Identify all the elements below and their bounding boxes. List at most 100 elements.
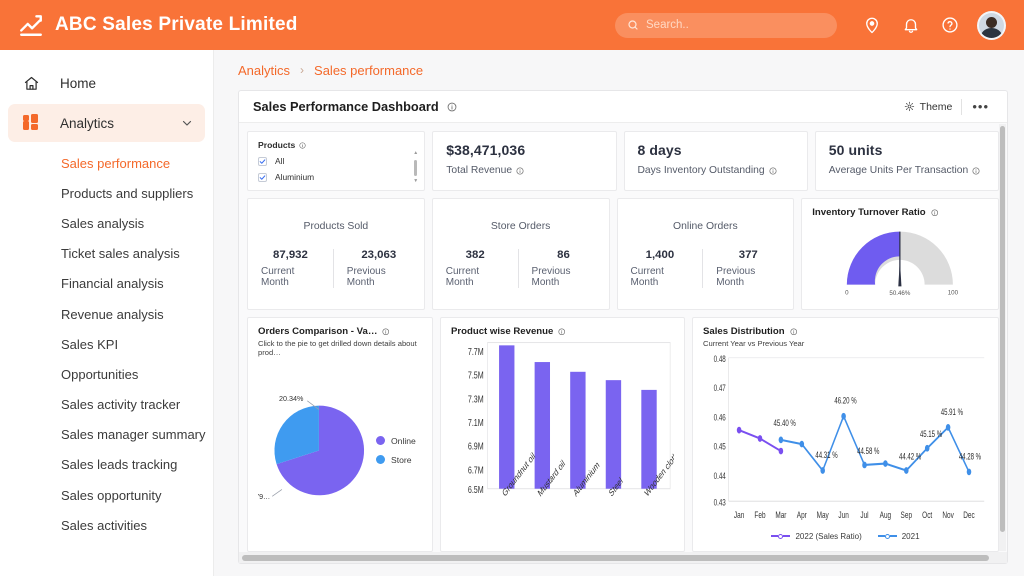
kpi-value: 8 days (638, 142, 794, 158)
bar-mustard-oil[interactable] (535, 362, 550, 489)
x-tick: Jul (860, 510, 868, 521)
legend-item-online[interactable]: Online (376, 436, 416, 446)
trending-up-icon (18, 12, 44, 38)
filter-option-label: Aluminium (275, 172, 314, 182)
line-chart[interactable]: 0.48 0.47 0.46 0.45 0.44 0.43 (703, 348, 988, 529)
vertical-scrollbar[interactable] (999, 124, 1006, 551)
kpi-card-average-units-per-transaction: 50 units Average Units Per Transaction (815, 131, 999, 191)
sidebar-item-sales-leads-tracking[interactable]: Sales leads tracking (0, 450, 213, 480)
breadcrumb-sales-performance[interactable]: Sales performance (314, 63, 423, 78)
horizontal-scrollbar[interactable] (239, 552, 1007, 563)
comparison-content: Online Orders 1,400 Current Month (618, 199, 794, 309)
info-icon[interactable] (931, 209, 939, 217)
search-input[interactable] (646, 19, 825, 31)
previous-month-value: 377 (739, 249, 758, 261)
comparison-values: 1,400 Current Month 377 Previous Month (618, 249, 794, 288)
info-icon[interactable] (382, 328, 390, 336)
gauge-value-label: 50.46% (890, 290, 911, 297)
filter-option-aluminium[interactable]: Aluminium (258, 172, 414, 182)
scroll-down-arrow-icon[interactable]: ▼ (413, 179, 418, 184)
info-icon[interactable] (447, 102, 457, 112)
pie-svg[interactable]: 20.34% 79… (258, 394, 376, 506)
legend-item-store[interactable]: Store (376, 455, 416, 465)
sidebar-item-sales-analysis[interactable]: Sales analysis (0, 208, 213, 238)
scroll-thumb[interactable] (414, 160, 417, 176)
sidebar-item-home[interactable]: Home (8, 64, 205, 102)
gauge-needle (899, 260, 902, 287)
checkbox-checked-icon[interactable] (258, 173, 267, 182)
sidebar-item-products-and-suppliers[interactable]: Products and suppliers (0, 178, 213, 208)
breadcrumb-analytics[interactable]: Analytics (238, 63, 290, 78)
info-icon[interactable] (516, 167, 524, 175)
page-title: Sales Performance Dashboard (253, 99, 457, 114)
pie-chart[interactable]: 20.34% 79… Online (258, 357, 422, 543)
bar-groundnut-oil[interactable] (499, 345, 514, 488)
scroll-thumb[interactable] (1000, 126, 1005, 532)
app-root: ABC Sales Private Limited (0, 0, 1024, 576)
avatar[interactable] (977, 11, 1006, 40)
bar-aluminium[interactable] (570, 372, 585, 489)
info-icon[interactable] (769, 167, 777, 175)
info-icon[interactable] (790, 328, 798, 336)
help-circle-icon[interactable] (941, 16, 959, 34)
sidebar-item-financial-analysis[interactable]: Financial analysis (0, 269, 213, 299)
legend-item-2022[interactable]: 2022 (Sales Ratio) (771, 532, 861, 541)
legend-label: 2022 (Sales Ratio) (795, 532, 861, 541)
dashboard-header: Sales Performance Dashboard (239, 91, 1007, 123)
filter-scrollbar[interactable]: ▲ ▼ (413, 151, 418, 184)
previous-month-value: 23,063 (361, 249, 396, 261)
comparison-values: 87,932 Current Month 23,063 Previous Mon… (248, 249, 424, 288)
sidebar-item-opportunities[interactable]: Opportunities (0, 359, 213, 389)
main-content: Analytics › Sales performance Sales Perf… (214, 50, 1024, 576)
bell-icon[interactable] (902, 16, 920, 34)
current-month-value: 1,400 (646, 249, 675, 261)
comparison-card-store-orders: Store Orders 382 Current Month (432, 198, 610, 310)
search-box[interactable] (615, 13, 837, 38)
legend-swatch (376, 455, 385, 464)
sidebar-item-sales-activity-tracker[interactable]: Sales activity tracker (0, 390, 213, 420)
sidebar-item-revenue-analysis[interactable]: Revenue analysis (0, 299, 213, 329)
scroll-up-arrow-icon[interactable]: ▲ (413, 151, 418, 156)
bar-chart[interactable]: 7.7M 7.5M 7.3M 7.1M 6.9M 6.7M 6.5M (451, 337, 674, 543)
sidebar-item-sales-kpi[interactable]: Sales KPI (0, 329, 213, 359)
brand: ABC Sales Private Limited (18, 12, 298, 38)
sidebar-item-sales-activities[interactable]: Sales activities (0, 510, 213, 540)
bar-steel[interactable] (606, 380, 621, 489)
previous-month-column: 86 Previous Month (519, 249, 609, 288)
comparison-row: Products Sold 87,932 Current Month (247, 198, 999, 310)
chart-title: Sales Distribution (703, 326, 988, 337)
line-series-2021[interactable] (781, 416, 969, 472)
filter-option-all[interactable]: All (258, 156, 414, 166)
previous-month-column: 23,063 Previous Month (334, 249, 424, 288)
topbar-icons (863, 16, 959, 34)
info-icon[interactable] (972, 167, 980, 175)
location-pin-icon[interactable] (863, 16, 881, 34)
kpi-card-days-inventory-outstanding: 8 days Days Inventory Outstanding (624, 131, 808, 191)
info-icon[interactable] (299, 142, 306, 149)
chart-title: Orders Comparison - Va… (258, 326, 422, 337)
info-icon[interactable] (558, 328, 566, 336)
chevron-down-icon[interactable] (181, 117, 193, 129)
legend-item-2021[interactable]: 2021 (878, 532, 920, 541)
sidebar-item-label: Home (60, 76, 96, 91)
point-label: 45.40 % (774, 418, 796, 429)
sidebar-item-sales-manager-summary[interactable]: Sales manager summary (0, 420, 213, 450)
more-options-button[interactable]: ••• (962, 99, 999, 115)
sidebar-item-sales-performance[interactable]: Sales performance (0, 148, 213, 178)
scroll-thumb[interactable] (242, 555, 989, 561)
checkbox-checked-icon[interactable] (258, 157, 267, 166)
kpi-value: $38,471,036 (446, 142, 602, 158)
theme-button[interactable]: Theme (895, 97, 962, 117)
products-filter-card[interactable]: Products All (247, 131, 425, 191)
sidebar-item-analytics[interactable]: Analytics (8, 104, 205, 142)
line-points-2021[interactable] (779, 413, 972, 475)
current-month-column: 1,400 Current Month (618, 249, 703, 288)
dashboard-wrapper: Sales Performance Dashboard (238, 90, 1008, 576)
y-tick: 0.48 (714, 354, 727, 365)
line-svg[interactable]: 0.48 0.47 0.46 0.45 0.44 0.43 (703, 348, 988, 529)
sidebar-item-ticket-sales-analysis[interactable]: Ticket sales analysis (0, 239, 213, 269)
chart-title: Product wise Revenue (451, 326, 674, 337)
bar-svg[interactable]: 7.7M 7.5M 7.3M 7.1M 6.9M 6.7M 6.5M (451, 337, 674, 543)
dashboard-body: Products All (239, 123, 1007, 552)
sidebar-item-sales-opportunity[interactable]: Sales opportunity (0, 480, 213, 510)
